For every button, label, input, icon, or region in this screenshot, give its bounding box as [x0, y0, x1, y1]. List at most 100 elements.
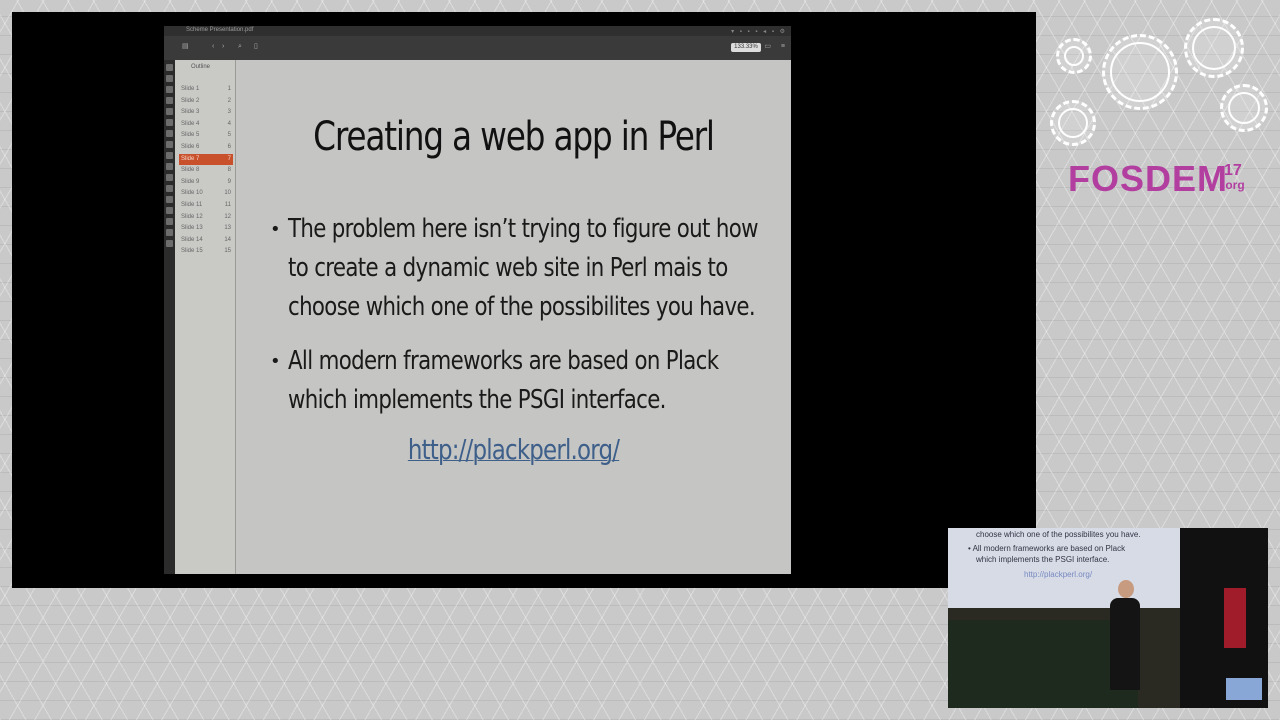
projected-text: choose which one of the possibilites you… [976, 530, 1141, 539]
video-frame: Scheme Presentation.pdf ▾ ▪ ▪ ▪ ◂ ▪ ⚙ ▤ … [12, 12, 1036, 588]
system-tray-icons: ▾ ▪ ▪ ▪ ◂ ▪ ⚙ [731, 29, 787, 35]
slide-item-label: Slide 7 [181, 155, 200, 162]
window-title: Scheme Presentation.pdf [186, 27, 254, 33]
sidebar-item-slide[interactable]: Slide 11 11 [179, 200, 233, 212]
sidebar-item-slide[interactable]: Slide 9 9 [179, 177, 233, 189]
bullet-line: The problem here isn’t trying to figure … [288, 214, 759, 244]
launcher-app-icon[interactable] [166, 174, 173, 181]
slide-item-page: 4 [227, 120, 231, 127]
prev-page-icon[interactable]: ‹ [212, 42, 214, 52]
launcher-app-icon[interactable] [166, 240, 173, 247]
sidebar-item-slide[interactable]: Slide 6 6 [179, 142, 233, 154]
slide-list: Slide 1 1 Slide 2 2 Slide 3 3 Slide 4 4 Slide 55… [179, 84, 233, 258]
gear-icon [1184, 18, 1244, 78]
projected-text: • All modern frameworks are based on Pla… [968, 544, 1126, 553]
sidebar-item-slide[interactable]: Slide 8 8 [179, 165, 233, 177]
search-icon[interactable]: ⌕ [238, 42, 242, 52]
slide-item-page: 11 [224, 201, 231, 208]
speaker-camera-inset: choose which one of the possibilites you… [948, 528, 1268, 708]
gear-icon [1220, 84, 1268, 132]
slide-item-label: Slide 1 [181, 86, 200, 92]
fosdem-tld: .org [1222, 178, 1245, 192]
bullet-item: The problem here isn’t trying to figure … [270, 210, 760, 327]
window-controls[interactable] [166, 28, 186, 41]
slide-item-page: 15 [224, 248, 231, 255]
laptop [1226, 678, 1262, 700]
sidebar-item-slide[interactable]: Slide 10 10 [179, 188, 233, 200]
launcher-app-icon[interactable] [166, 163, 173, 170]
slide-item-label: Slide 14 [181, 236, 203, 243]
sidebar-item-slide[interactable]: Slide 2 2 [179, 96, 233, 108]
bullet-line: to create a dynamic web site in Perl mai… [288, 253, 728, 283]
slide-item-label: Slide 11 [181, 201, 203, 208]
launcher-app-icon[interactable] [166, 229, 173, 236]
launcher-app-icon[interactable] [166, 218, 173, 225]
bookmark-icon[interactable]: ▯ [254, 42, 258, 52]
slide-item-label: Slide 6 [181, 143, 200, 150]
launcher-app-icon[interactable] [166, 152, 173, 159]
slide-item-page: 6 [227, 143, 231, 150]
slide-item-label: Slide 5 [181, 132, 200, 139]
sidebar-item-slide[interactable]: Slide 3 3 [179, 107, 233, 119]
sidebar-item-slide[interactable]: Slide 7 7 [179, 153, 233, 166]
speaker [1110, 580, 1140, 700]
projected-screen: choose which one of the possibilites you… [948, 528, 1180, 608]
slide-item-page: 13 [224, 225, 231, 232]
launcher-app-icon[interactable] [166, 185, 173, 192]
launcher-bar [164, 60, 175, 574]
slide-item-label: Slide 15 [181, 248, 203, 255]
toolbar: ▤ ‹ › ⌕ ▯ 133.33% ▭ ≡ [164, 36, 791, 61]
outline-sidebar: Outline Slide 1 1 Slide 2 2 Slide 3 3 Slide 44… [175, 60, 236, 574]
menu-icon[interactable]: ≡ [781, 42, 785, 52]
slide-title: Creating a web app in Perl [313, 114, 715, 160]
slide-item-page: 1 [227, 86, 231, 92]
launcher-app-icon[interactable] [166, 207, 173, 214]
launcher-app-icon[interactable] [166, 196, 173, 203]
sidebar-item-slide[interactable]: Slide 4 4 [179, 119, 233, 131]
next-page-icon[interactable]: › [222, 42, 224, 52]
launcher-app-icon[interactable] [166, 130, 173, 137]
slide-bullets: The problem here isn’t trying to figure … [270, 210, 760, 435]
slide-item-page: 5 [227, 132, 231, 139]
launcher-app-icon[interactable] [166, 64, 173, 71]
sidebar-item-slide[interactable]: Slide 1 1 [179, 84, 233, 96]
slide-item-label: Slide 8 [181, 167, 200, 174]
launcher-app-icon[interactable] [166, 108, 173, 115]
slide-link[interactable]: http://plackperl.org/ [286, 433, 741, 466]
slide-item-page: 2 [227, 97, 231, 104]
bullet-line: choose which one of the possibilites you… [288, 292, 756, 322]
bullet-item: All modern frameworks are based on Plack… [270, 342, 760, 420]
gear-icon [1056, 38, 1092, 74]
slide-item-label: Slide 9 [181, 178, 200, 185]
slide-item-page: 7 [227, 155, 231, 162]
slide-item-label: Slide 4 [181, 120, 200, 127]
launcher-app-icon[interactable] [166, 86, 173, 93]
banner [1224, 588, 1246, 648]
launcher-app-icon[interactable] [166, 97, 173, 104]
projected-text: which implements the PSGI interface. [976, 555, 1110, 564]
sidebar-item-slide[interactable]: Slide 14 14 [179, 235, 233, 247]
sidebar-item-slide[interactable]: Slide 13 13 [179, 223, 233, 235]
sidebar-item-slide[interactable]: Slide 5 5 [179, 130, 233, 142]
pdf-viewer-window: Scheme Presentation.pdf ▾ ▪ ▪ ▪ ◂ ▪ ⚙ ▤ … [164, 26, 791, 574]
launcher-app-icon[interactable] [166, 119, 173, 126]
slide-item-page: 3 [227, 109, 231, 116]
page-icon[interactable]: ▭ [764, 42, 771, 52]
sidebar-item-slide[interactable]: Slide 15 15 [179, 246, 233, 258]
launcher-app-icon[interactable] [166, 141, 173, 148]
title-bar: Scheme Presentation.pdf ▾ ▪ ▪ ▪ ◂ ▪ ⚙ [164, 26, 791, 41]
slide-item-page: 8 [227, 167, 231, 174]
slide-item-label: Slide 13 [181, 225, 203, 232]
launcher-app-icon[interactable] [166, 75, 173, 82]
fosdem-logo: FOSDEM 17 .org [1048, 12, 1268, 202]
gear-icon [1050, 100, 1096, 146]
slide-item-page: 12 [224, 213, 231, 220]
sidebar-item-slide[interactable]: Slide 12 12 [179, 212, 233, 224]
outline-dropdown[interactable]: Outline [191, 64, 210, 70]
slide-item-page: 10 [224, 190, 231, 197]
slide-item-label: Slide 2 [181, 97, 200, 104]
sidebar-toggle-icon[interactable]: ▤ [182, 42, 189, 52]
bullet-line: All modern frameworks are based on Plack [288, 346, 719, 376]
zoom-select[interactable]: 133.33% [731, 43, 761, 52]
slide-item-label: Slide 3 [181, 109, 200, 116]
